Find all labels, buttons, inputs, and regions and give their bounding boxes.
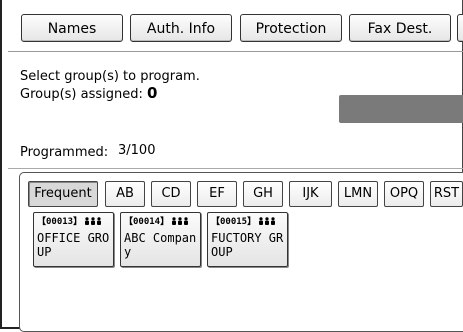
assigned-display-area <box>339 95 463 123</box>
group-entry-button[interactable]: 【00013】 OFFICE GROUP <box>33 212 114 267</box>
groups-assigned-row: Group(s) assigned: 0 <box>20 84 158 103</box>
window-frame-left <box>0 0 2 329</box>
entry-number-row: 【00013】 <box>37 216 102 228</box>
section-divider <box>8 168 463 169</box>
group-icon <box>258 217 276 229</box>
entry-number-row: 【00015】 <box>211 216 276 228</box>
entry-number: 【00014】 <box>124 217 170 227</box>
entry-name: ABC Company <box>124 231 197 259</box>
group-tab-lmn[interactable]: LMN <box>338 181 378 207</box>
tab-protection[interactable]: Protection <box>240 14 342 42</box>
tab-next-partial[interactable] <box>457 14 463 42</box>
entry-number-row: 【00014】 <box>124 216 189 228</box>
group-tab-ijk[interactable]: IJK <box>289 181 332 207</box>
group-icon <box>171 217 189 229</box>
entry-number: 【00015】 <box>211 217 257 227</box>
programmed-count: 3/100 <box>118 143 156 158</box>
tab-divider <box>8 51 463 52</box>
entry-number: 【00013】 <box>37 217 83 227</box>
group-entry-button[interactable]: 【00015】 FUCTORY GROUP <box>207 212 288 267</box>
group-tab-ef[interactable]: EF <box>197 181 237 207</box>
entry-name: FUCTORY GROUP <box>211 231 284 259</box>
group-entry-button[interactable]: 【00014】 ABC Company <box>120 212 201 267</box>
group-tab-cd[interactable]: CD <box>151 181 191 207</box>
programmed-label: Programmed: <box>20 145 109 160</box>
group-tab-rst[interactable]: RST <box>430 181 463 207</box>
tab-names[interactable]: Names <box>21 14 123 42</box>
group-tab-ab[interactable]: AB <box>105 181 145 207</box>
tab-fax-dest[interactable]: Fax Dest. <box>349 14 451 42</box>
groups-assigned-count: 0 <box>147 84 158 102</box>
groups-assigned-label: Group(s) assigned: <box>20 87 143 102</box>
group-tab-opq[interactable]: OPQ <box>384 181 424 207</box>
group-tab-gh[interactable]: GH <box>243 181 283 207</box>
tab-auth-info[interactable]: Auth. Info <box>130 14 232 42</box>
instruction-text: Select group(s) to program. <box>20 69 200 84</box>
group-icon <box>84 217 102 229</box>
entry-name: OFFICE GROUP <box>37 231 110 259</box>
group-tab-frequent[interactable]: Frequent <box>28 181 98 207</box>
